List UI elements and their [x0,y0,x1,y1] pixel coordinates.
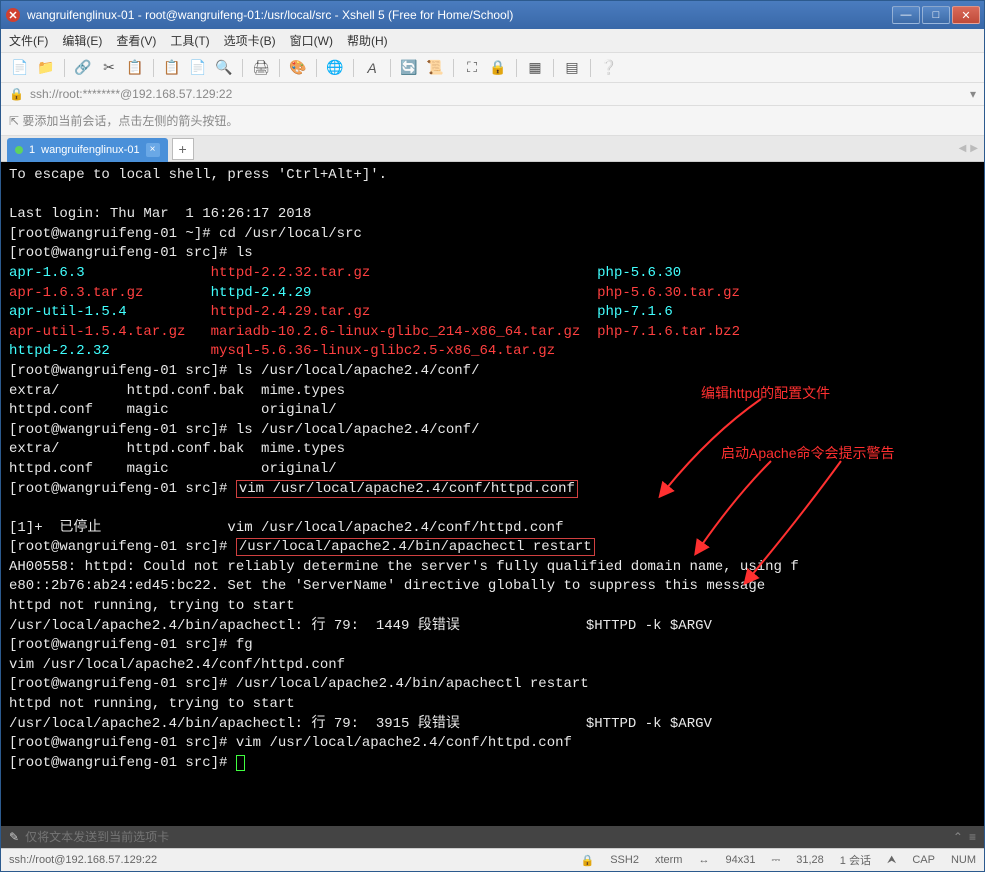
lock-indicator-icon: 🔒 [9,87,24,101]
hint-text: 要添加当前会话，点击左侧的箭头按钮。 [22,114,238,128]
font-icon[interactable]: A [361,57,383,79]
search-icon[interactable]: 🔍 [213,57,235,79]
address-dropdown-icon[interactable]: ▾ [970,87,976,101]
disconnect-icon[interactable]: ✂ [98,57,120,79]
color-icon[interactable]: 🎨 [287,57,309,79]
globe-icon[interactable]: 🌐 [324,57,346,79]
arrow-icon [691,456,781,556]
paste-icon[interactable]: 📄 [187,57,209,79]
input-icon: ✎ [9,830,19,844]
reload-icon[interactable]: 🔄 [398,57,420,79]
tab-label: wangruifenglinux-01 [41,144,139,156]
menubar: 文件(F) 编辑(E) 查看(V) 工具(T) 选项卡(B) 窗口(W) 帮助(… [1,29,984,53]
tab-index: 1 [29,144,35,156]
status-dot-icon [15,146,23,154]
app-icon [5,7,21,23]
send-input[interactable] [25,830,947,844]
status-ssh: SSH2 [610,854,639,866]
status-size-icon: ↔ [698,854,709,866]
window-title: wangruifenglinux-01 - root@wangruifeng-0… [27,8,892,22]
tab-nav: ◀ ▶ [959,143,978,154]
lock-icon[interactable]: 🔒 [487,57,509,79]
script-icon[interactable]: 📜 [424,57,446,79]
status-connection: ssh://root@192.168.57.129:22 [9,854,565,866]
status-bar: ssh://root@192.168.57.129:22 🔒 SSH2 xter… [1,848,984,871]
print-icon[interactable]: 🖨 [250,57,272,79]
term-escape: To escape to local shell, press 'Ctrl+Al… [9,167,387,183]
menu-help[interactable]: 帮助(H) [347,32,388,49]
add-tab-button[interactable]: + [172,138,194,160]
menu-file[interactable]: 文件(F) [9,32,48,49]
reconnect-icon[interactable]: 🔗 [72,57,94,79]
maximize-button[interactable]: □ [922,6,950,24]
close-button[interactable]: ✕ [952,6,980,24]
layout-icon[interactable]: ▦ [524,57,546,79]
menu-tab[interactable]: 选项卡(B) [224,32,276,49]
address-bar: 🔒 ▾ [1,83,984,106]
status-term: xterm [655,854,683,866]
help-icon[interactable]: ❔ [598,57,620,79]
annotation-edit-config: 编辑httpd的配置文件 [701,384,830,404]
open-folder-icon[interactable]: 📁 [35,57,57,79]
session-tab[interactable]: 1 wangruifenglinux-01 × [7,138,168,162]
menu-view[interactable]: 查看(V) [116,32,156,49]
status-sessions: 1 会话 [840,852,871,868]
status-lock-icon: 🔒 [581,854,595,867]
tab-bar: 1 wangruifenglinux-01 × + ◀ ▶ [1,136,984,162]
new-session-icon[interactable]: 📄 [9,57,31,79]
input-menu-icon[interactable]: ≡ [969,830,976,844]
tile-icon[interactable]: ▤ [561,57,583,79]
status-cap: CAP [912,854,935,866]
tab-close-icon[interactable]: × [146,143,160,157]
status-pos: 31,28 [796,854,824,866]
input-up-icon[interactable]: ⌃ [953,830,963,844]
terminal-area[interactable]: To escape to local shell, press 'Ctrl+Al… [1,162,984,826]
window-controls: — □ ✕ [892,6,980,24]
titlebar: wangruifenglinux-01 - root@wangruifeng-0… [1,1,984,29]
fullscreen-icon[interactable]: ⛶ [461,57,483,79]
tab-next-icon[interactable]: ▶ [970,143,978,154]
input-bar: ✎ ⌃ ≡ [1,826,984,848]
copy-icon[interactable]: 📋 [161,57,183,79]
status-sessions-icon[interactable]: ⮝ [887,854,896,867]
menu-window[interactable]: 窗口(W) [290,32,333,49]
term-lastlogin: Last login: Thu Mar 1 16:26:17 2018 [9,206,311,222]
annotation-restart-warn: 启动Apache命令会提示警告 [721,444,894,464]
minimize-button[interactable]: — [892,6,920,24]
properties-icon[interactable]: 📋 [124,57,146,79]
tab-prev-icon[interactable]: ◀ [959,143,967,154]
menu-edit[interactable]: 编辑(E) [62,32,102,49]
status-size: 94x31 [725,854,755,866]
term-prompt: [root@wangruifeng-01 ~]# [9,226,219,242]
status-pos-icon: ⎓ [771,854,780,867]
status-num: NUM [951,854,976,866]
hint-bar: ⇱ 要添加当前会话，点击左侧的箭头按钮。 [1,106,984,136]
toolbar: 📄 📁 🔗 ✂ 📋 📋 📄 🔍 🖨 🎨 🌐 A 🔄 📜 ⛶ 🔒 ▦ ▤ ❔ [1,53,984,83]
boxed-restart-cmd: /usr/local/apache2.4/bin/apachectl resta… [236,538,595,556]
address-input[interactable] [30,87,964,101]
boxed-vim-cmd: vim /usr/local/apache2.4/conf/httpd.conf [236,480,578,498]
menu-tools[interactable]: 工具(T) [170,32,209,49]
cursor [236,755,245,771]
hint-icon: ⇱ [9,114,22,128]
